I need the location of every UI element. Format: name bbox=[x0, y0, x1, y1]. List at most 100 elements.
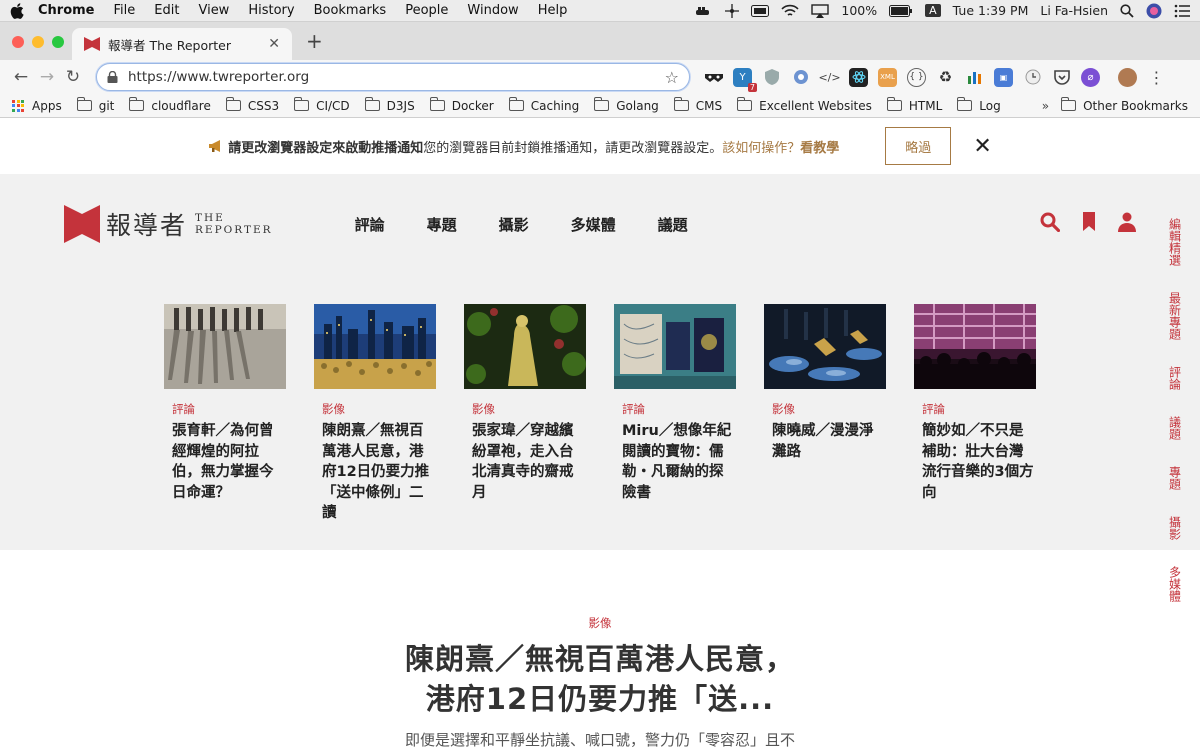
article-card[interactable]: 影像 陳朗熹／無視百萬港人民意，港府12日仍要力推「送中條例」二讀 bbox=[314, 304, 436, 524]
bookmark-folder-cloudflare[interactable]: cloudflare bbox=[129, 97, 211, 113]
profile-avatar[interactable] bbox=[1118, 67, 1137, 87]
bookmark-folder-cms[interactable]: CMS bbox=[673, 97, 722, 113]
nav-item-topics[interactable]: 專題 bbox=[427, 214, 457, 235]
nav-item-issues[interactable]: 議題 bbox=[658, 214, 688, 235]
nav-item-commentary[interactable]: 評論 bbox=[355, 214, 385, 235]
menu-app-name[interactable]: Chrome bbox=[38, 3, 95, 18]
rail-commentary[interactable]: 評論 bbox=[1167, 366, 1182, 390]
bookmark-folder-d3js[interactable]: D3JS bbox=[364, 97, 415, 113]
shield-extension-icon[interactable] bbox=[762, 68, 781, 87]
notice-link-text[interactable]: 該如何操作？ bbox=[722, 141, 800, 156]
new-tab-button[interactable]: + bbox=[306, 29, 323, 53]
menubar-clock[interactable]: Tue 1:39 PM bbox=[953, 3, 1029, 18]
code-extension-icon[interactable]: </> bbox=[818, 68, 840, 87]
article-thumbnail[interactable] bbox=[314, 304, 436, 389]
bookmark-folder-html[interactable]: HTML bbox=[886, 97, 942, 113]
menu-view[interactable]: View bbox=[198, 3, 229, 18]
article-thumbnail[interactable] bbox=[764, 304, 886, 389]
xml-extension-icon[interactable]: XML bbox=[878, 67, 897, 87]
zoom-window-button[interactable] bbox=[52, 36, 64, 48]
battery-percent[interactable]: 100% bbox=[841, 3, 877, 18]
airplay-icon[interactable] bbox=[811, 3, 830, 18]
rail-photography[interactable]: 攝影 bbox=[1167, 516, 1182, 540]
timer-extension-icon[interactable] bbox=[1023, 68, 1042, 87]
bookmark-apps[interactable]: Apps bbox=[12, 99, 62, 113]
search-icon[interactable] bbox=[1040, 212, 1060, 232]
article-thumbnail[interactable] bbox=[464, 304, 586, 389]
bookmark-folder-caching[interactable]: Caching bbox=[508, 97, 579, 113]
minimize-window-button[interactable] bbox=[32, 36, 44, 48]
featured-article[interactable]: 影像 陳朗熹／無視百萬港人民意， 港府12日仍要力推「送... 即便是選擇和平靜坐… bbox=[0, 558, 1200, 750]
rail-latest-topics[interactable]: 最新專題 bbox=[1167, 292, 1182, 340]
circle-extension-icon[interactable] bbox=[791, 68, 810, 87]
chart-extension-icon[interactable] bbox=[965, 68, 984, 87]
notice-how-to-link[interactable]: 該如何操作？看教學 bbox=[722, 141, 839, 156]
article-card[interactable]: 影像 陳曉威／漫漫淨灘路 bbox=[764, 304, 886, 524]
notice-tutorial-link[interactable]: 看教學 bbox=[800, 141, 839, 156]
bookmark-icon[interactable] bbox=[1082, 212, 1096, 232]
bookmark-folder-excellent-websites[interactable]: Excellent Websites bbox=[737, 97, 872, 113]
docker-icon[interactable] bbox=[695, 5, 713, 17]
featured-title[interactable]: 陳朗熹／無視百萬港人民意， 港府12日仍要力推「送... bbox=[0, 639, 1200, 719]
article-title[interactable]: 陳曉威／漫漫淨灘路 bbox=[764, 421, 886, 462]
article-card[interactable]: 評論 Miru／想像年紀閱讀的寶物：儒勒・凡爾納的探險書 bbox=[614, 304, 736, 524]
address-bar[interactable]: https://www.twreporter.org ☆ bbox=[96, 63, 690, 91]
menu-file[interactable]: File bbox=[114, 3, 136, 18]
menubar-user[interactable]: Li Fa-Hsien bbox=[1040, 3, 1108, 18]
purple-extension-icon[interactable]: ⌀ bbox=[1081, 67, 1100, 87]
skip-button[interactable]: 略過 bbox=[885, 127, 952, 165]
bookmark-folder-git[interactable]: git bbox=[76, 97, 114, 113]
browser-tab-active[interactable]: 報導者 The Reporter ✕ bbox=[72, 28, 292, 60]
nav-item-multimedia[interactable]: 多媒體 bbox=[571, 214, 616, 235]
menu-help[interactable]: Help bbox=[538, 3, 568, 18]
article-title[interactable]: 陳朗熹／無視百萬港人民意，港府12日仍要力推「送中條例」二讀 bbox=[314, 421, 436, 524]
rail-issues[interactable]: 議題 bbox=[1167, 416, 1182, 440]
nav-item-photography[interactable]: 攝影 bbox=[499, 214, 529, 235]
article-title[interactable]: 張育軒／為何曾經輝煌的阿拉伯，無力掌握今日命運？ bbox=[164, 421, 286, 503]
rail-editor-picks[interactable]: 編輯精選 bbox=[1167, 218, 1182, 266]
featured-title-line1[interactable]: 陳朗熹／無視百萬港人民意， bbox=[405, 642, 795, 676]
bookmark-folder-golang[interactable]: Golang bbox=[594, 97, 659, 113]
apple-icon[interactable] bbox=[10, 2, 24, 19]
recycle-extension-icon[interactable]: ♻ bbox=[936, 68, 955, 87]
article-card[interactable]: 評論 張育軒／為何曾經輝煌的阿拉伯，無力掌握今日命運？ bbox=[164, 304, 286, 524]
featured-title-line2[interactable]: 港府12日仍要力推「送... bbox=[426, 682, 774, 716]
lock-icon[interactable] bbox=[107, 71, 118, 83]
url-text[interactable]: https://www.twreporter.org bbox=[128, 69, 309, 85]
article-title[interactable]: 張家瑋／穿越繽紛罩袍，走入台北清真寺的齋戒月 bbox=[464, 421, 586, 503]
notification-center-icon[interactable] bbox=[1174, 4, 1190, 18]
close-tab-icon[interactable]: ✕ bbox=[268, 36, 280, 52]
input-source-badge[interactable]: A bbox=[925, 4, 941, 17]
back-button[interactable]: ← bbox=[8, 67, 34, 87]
article-thumbnail[interactable] bbox=[914, 304, 1036, 389]
bookmark-folder-docker[interactable]: Docker bbox=[429, 97, 494, 113]
rail-topics[interactable]: 專題 bbox=[1167, 466, 1182, 490]
reload-button[interactable]: ↻ bbox=[60, 67, 86, 87]
y-extension-icon[interactable]: Y7 bbox=[733, 67, 757, 92]
chrome-menu-icon[interactable]: ⋮ bbox=[1147, 68, 1166, 87]
menu-bookmarks[interactable]: Bookmarks bbox=[314, 3, 387, 18]
braces-extension-icon[interactable]: { } bbox=[907, 67, 926, 87]
network-icon[interactable] bbox=[725, 3, 740, 18]
battery-icon[interactable] bbox=[889, 4, 913, 17]
forward-button[interactable]: → bbox=[34, 67, 60, 87]
spotlight-icon[interactable] bbox=[1120, 3, 1134, 18]
article-thumbnail[interactable] bbox=[164, 304, 286, 389]
article-card[interactable]: 評論 簡妙如／不只是補助：壯大台灣流行音樂的3個方向 bbox=[914, 304, 1036, 524]
menu-history[interactable]: History bbox=[248, 3, 294, 18]
article-title[interactable]: 簡妙如／不只是補助：壯大台灣流行音樂的3個方向 bbox=[914, 421, 1036, 503]
bookmarks-overflow-button[interactable]: » bbox=[1042, 99, 1049, 113]
bookmark-folder-other[interactable]: Other Bookmarks bbox=[1061, 97, 1188, 113]
siri-icon[interactable] bbox=[1146, 3, 1162, 19]
react-devtools-icon[interactable] bbox=[849, 67, 868, 87]
site-logo[interactable]: 報導者 THE REPORTER bbox=[64, 205, 273, 243]
menu-window[interactable]: Window bbox=[467, 3, 518, 18]
close-notice-icon[interactable]: ✕ bbox=[973, 134, 991, 159]
close-window-button[interactable] bbox=[12, 36, 24, 48]
article-title[interactable]: Miru／想像年紀閱讀的寶物：儒勒・凡爾納的探險書 bbox=[614, 421, 736, 503]
tab-extension-icon[interactable]: ▣ bbox=[994, 67, 1013, 87]
bookmark-folder-log[interactable]: Log bbox=[957, 97, 1001, 113]
article-thumbnail[interactable] bbox=[614, 304, 736, 389]
wifi-icon[interactable] bbox=[781, 4, 799, 17]
bookmark-folder-cicd[interactable]: CI/CD bbox=[294, 97, 350, 113]
